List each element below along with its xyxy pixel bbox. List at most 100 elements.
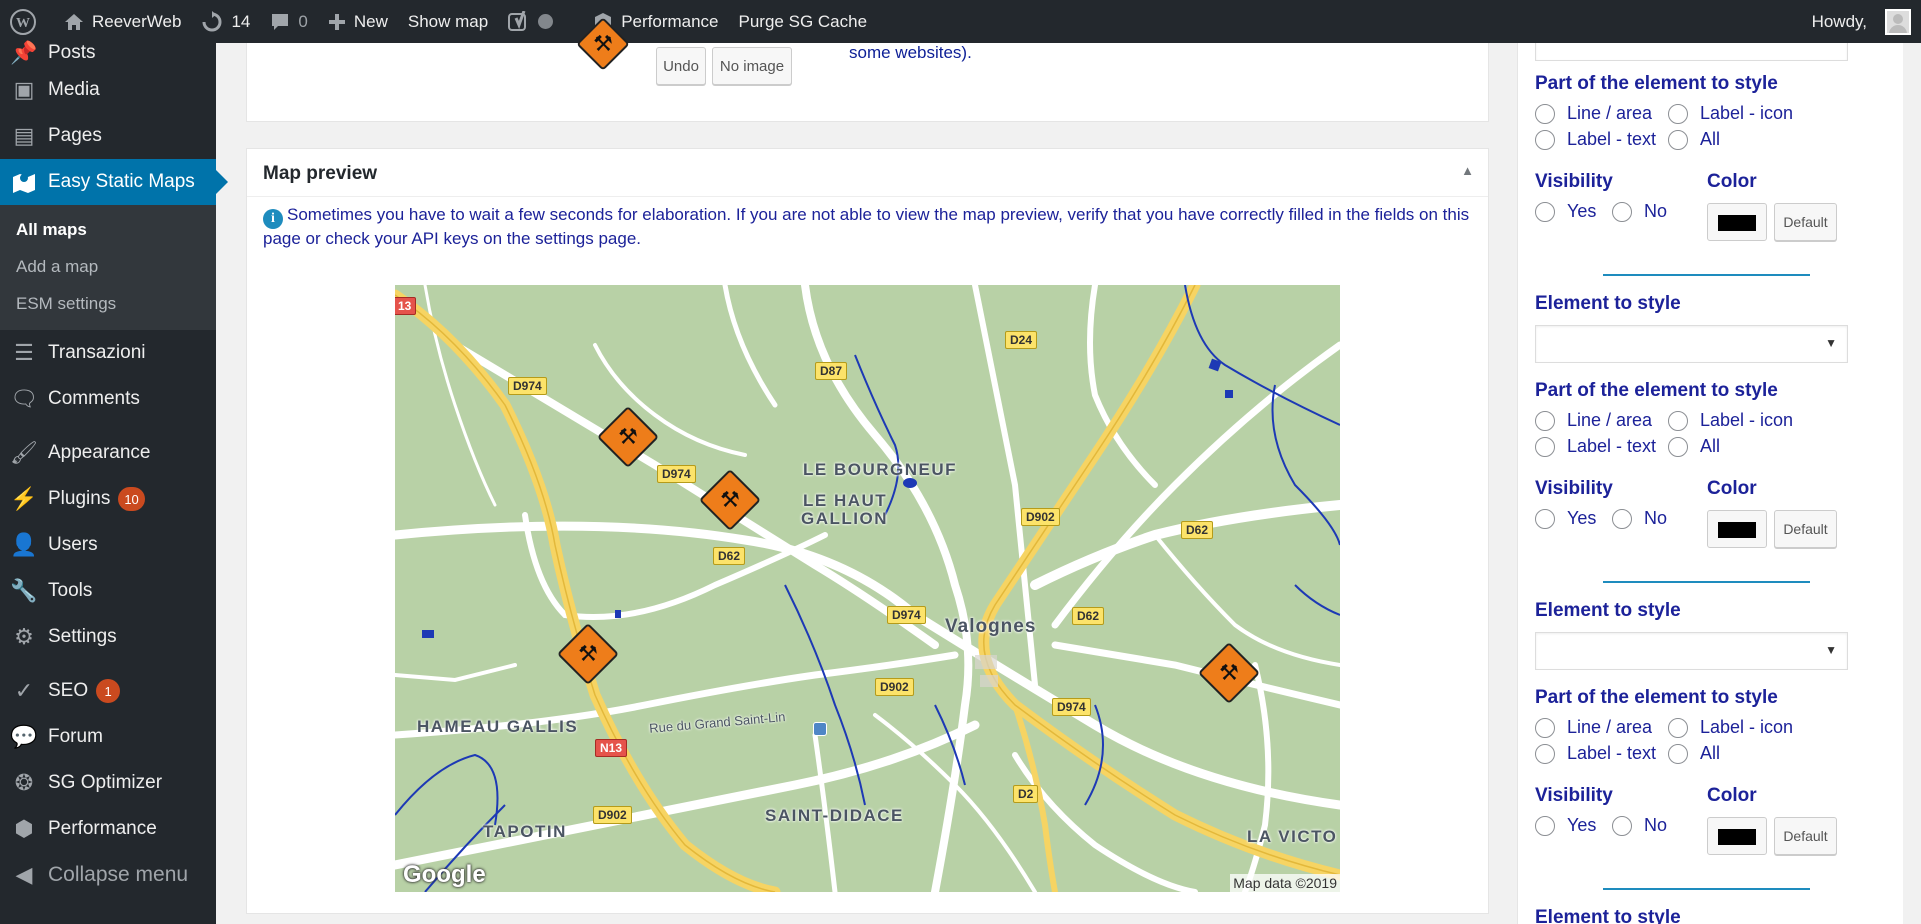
avatar[interactable] bbox=[1885, 8, 1911, 35]
comments-link[interactable]: 0 bbox=[260, 0, 317, 43]
radio-label-icon[interactable]: Label - icon bbox=[1668, 717, 1793, 738]
info-icon: i bbox=[263, 209, 283, 229]
radio-label-icon[interactable]: Label - icon bbox=[1668, 410, 1793, 431]
radio-visibility-yes[interactable]: Yes bbox=[1535, 201, 1596, 222]
sidebar-item-transazioni[interactable]: ☰ Transazioni bbox=[0, 330, 216, 376]
forum-icon: 💬 bbox=[10, 724, 38, 749]
no-image-button[interactable]: No image bbox=[712, 47, 792, 85]
visibility-heading: Visibility bbox=[1535, 785, 1613, 806]
map-icon bbox=[10, 168, 38, 196]
sidebar-item-easy-static-maps[interactable]: Easy Static Maps bbox=[0, 159, 228, 205]
wordpress-logo-icon[interactable]: W bbox=[0, 0, 54, 43]
sidebar-item-comments[interactable]: 🗨 Comments bbox=[0, 376, 216, 422]
element-heading: Element to style bbox=[1535, 600, 1681, 621]
howdy-link[interactable]: Howdy, bbox=[1802, 0, 1877, 43]
collapse-menu-button[interactable]: ◀ Collapse menu bbox=[0, 852, 216, 898]
part-heading: Part of the element to style bbox=[1535, 73, 1778, 94]
road-tag: D902 bbox=[593, 806, 632, 824]
default-color-button[interactable]: Default bbox=[1774, 203, 1837, 241]
color-swatch[interactable] bbox=[1707, 510, 1767, 548]
static-map-image: 13 D974 D87 D24 D974 D62 D902 D62 D974 D… bbox=[395, 285, 1340, 892]
sidebar-item-plugins[interactable]: ⚡ Plugins 10 bbox=[0, 476, 216, 522]
radio-visibility-yes[interactable]: Yes bbox=[1535, 508, 1596, 529]
sidebar-item-performance[interactable]: ⬢ Performance bbox=[0, 806, 216, 852]
yoast-icon: ✓ bbox=[14, 678, 34, 703]
pages-icon: ▤ bbox=[13, 123, 35, 148]
road-tag: D87 bbox=[815, 362, 848, 380]
updates-link[interactable]: 14 bbox=[191, 0, 260, 43]
style-settings-panel: Part of the element to style Line / area… bbox=[1517, 43, 1903, 924]
sidebar-item-seo[interactable]: ✓ SEO 1 bbox=[0, 668, 216, 714]
sidebar-item-users[interactable]: 👤 Users bbox=[0, 522, 216, 568]
brush-icon: 🖌 bbox=[10, 440, 38, 465]
radio-visibility-no[interactable]: No bbox=[1612, 201, 1667, 222]
sidebar-item-posts[interactable]: 📌 Posts bbox=[0, 39, 216, 67]
radio-all[interactable]: All bbox=[1668, 436, 1720, 457]
color-heading: Color bbox=[1707, 478, 1757, 499]
sg-icon: ❂ bbox=[14, 770, 34, 795]
radio-label-icon[interactable]: Label - icon bbox=[1668, 103, 1793, 124]
radio-line-area[interactable]: Line / area bbox=[1535, 717, 1652, 738]
part-heading: Part of the element to style bbox=[1535, 380, 1778, 401]
wrench-icon: 🔧 bbox=[10, 578, 38, 603]
info-message: i Sometimes you have to wait a few second… bbox=[263, 205, 1470, 248]
site-name-link[interactable]: ReeverWeb bbox=[54, 0, 191, 43]
radio-label-text[interactable]: Label - text bbox=[1535, 436, 1656, 457]
radio-visibility-yes[interactable]: Yes bbox=[1535, 815, 1596, 836]
part-heading: Part of the element to style bbox=[1535, 687, 1778, 708]
road-tag: D902 bbox=[1021, 508, 1060, 526]
sidebar-item-media[interactable]: ▣ Media bbox=[0, 67, 216, 113]
purge-cache-link[interactable]: Purge SG Cache bbox=[729, 0, 878, 43]
place-label: TAPOTIN bbox=[483, 822, 567, 841]
sidebar-item-forum[interactable]: 💬 Forum bbox=[0, 714, 216, 760]
sidebar-item-settings[interactable]: ⚙ Settings bbox=[0, 614, 216, 660]
show-map-link[interactable]: Show map bbox=[398, 0, 498, 43]
plugins-update-badge: 10 bbox=[118, 487, 145, 511]
sidebar-item-sg-optimizer[interactable]: ❂ SG Optimizer bbox=[0, 760, 216, 806]
radio-label-text[interactable]: Label - text bbox=[1535, 743, 1656, 764]
default-color-button[interactable]: Default bbox=[1774, 817, 1837, 855]
plus-icon bbox=[328, 13, 345, 30]
element-to-style-select[interactable] bbox=[1535, 43, 1848, 61]
help-note-text: some websites). bbox=[849, 43, 972, 62]
sidebar-item-tools[interactable]: 🔧 Tools bbox=[0, 568, 216, 614]
road-tag: D24 bbox=[1005, 331, 1038, 349]
color-swatch[interactable] bbox=[1707, 817, 1767, 855]
plug-icon: ⚡ bbox=[10, 486, 38, 511]
radio-line-area[interactable]: Line / area bbox=[1535, 410, 1652, 431]
seo-score-dot-icon bbox=[538, 14, 554, 29]
road-tag: D62 bbox=[1181, 521, 1214, 539]
sidebar-item-appearance[interactable]: 🖌 Appearance bbox=[0, 430, 216, 476]
radio-visibility-no[interactable]: No bbox=[1612, 815, 1667, 836]
visibility-heading: Visibility bbox=[1535, 478, 1613, 499]
radio-label-text[interactable]: Label - text bbox=[1535, 129, 1656, 150]
submenu-esm-settings[interactable]: ESM settings bbox=[0, 285, 216, 322]
default-color-button[interactable]: Default bbox=[1774, 510, 1837, 548]
refresh-icon bbox=[202, 10, 222, 31]
radio-all[interactable]: All bbox=[1668, 129, 1720, 150]
yoast-icon bbox=[508, 10, 527, 31]
easy-static-maps-submenu: All maps Add a map ESM settings bbox=[0, 205, 216, 330]
radio-visibility-no[interactable]: No bbox=[1612, 508, 1667, 529]
admin-sidebar: 📌 Posts ▣ Media ▤ Pages Easy Static Maps… bbox=[0, 40, 228, 924]
sidebar-item-pages[interactable]: ▤ Pages bbox=[0, 113, 216, 159]
submenu-all-maps[interactable]: All maps bbox=[0, 211, 216, 248]
undo-button[interactable]: Undo bbox=[656, 47, 706, 85]
comment-icon: 🗨 bbox=[10, 386, 38, 411]
element-to-style-select[interactable]: ▼ bbox=[1535, 325, 1848, 363]
user-icon: 👤 bbox=[10, 532, 38, 557]
pushpin-icon: 📌 bbox=[10, 40, 38, 65]
radio-all[interactable]: All bbox=[1668, 743, 1720, 764]
map-preview-header[interactable]: Map preview ▲ bbox=[247, 149, 1488, 197]
admin-bar: W ReeverWeb 14 0 New Show map Performanc… bbox=[0, 0, 1921, 43]
submenu-add-map[interactable]: Add a map bbox=[0, 248, 216, 285]
place-label: LA VICTO bbox=[1247, 827, 1338, 846]
map-credit: Map data ©2019 bbox=[1230, 874, 1340, 892]
color-swatch[interactable] bbox=[1707, 203, 1767, 241]
radio-line-area[interactable]: Line / area bbox=[1535, 103, 1652, 124]
color-heading: Color bbox=[1707, 171, 1757, 192]
element-to-style-select[interactable]: ▼ bbox=[1535, 632, 1848, 670]
yoast-adminbar-link[interactable] bbox=[498, 0, 563, 43]
toggle-arrow-icon[interactable]: ▲ bbox=[1461, 163, 1474, 178]
new-content-link[interactable]: New bbox=[318, 0, 398, 43]
